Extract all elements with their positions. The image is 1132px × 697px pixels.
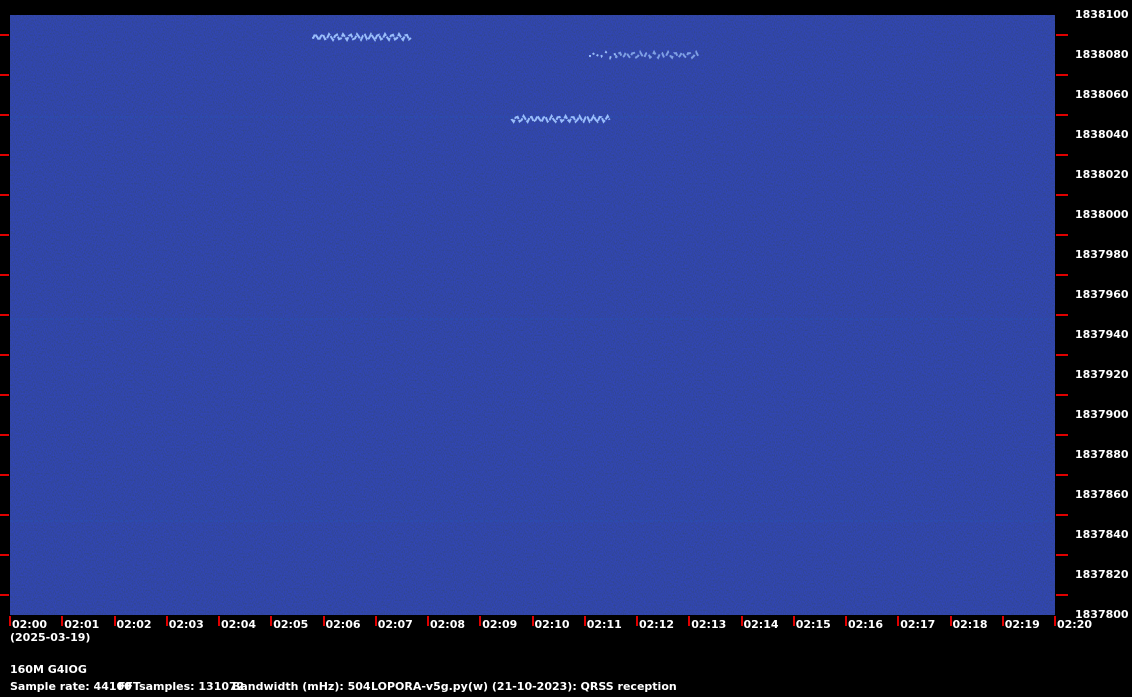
x-tick-mark (897, 616, 900, 626)
y-tick-mark (1056, 234, 1068, 236)
y-tick-label: 1837940 (1075, 328, 1129, 341)
y-tick-label: 1837880 (1075, 448, 1129, 461)
x-tick-mark (583, 616, 586, 626)
x-tick-label: 02:07 (377, 618, 413, 631)
y-tick-mark (0, 274, 9, 276)
sample-rate: Sample rate: 44100 (10, 680, 132, 693)
y-tick-mark (1056, 554, 1068, 556)
x-tick-label: 02:18 (952, 618, 988, 631)
x-tick-label: 02:11 (586, 618, 622, 631)
x-tick-mark (374, 616, 377, 626)
x-tick-mark (845, 616, 847, 626)
x-tick-mark (270, 616, 273, 626)
y-tick-mark (0, 234, 9, 236)
x-tick-label: 02:15 (795, 618, 831, 631)
x-tick-label: 02:05 (273, 618, 309, 631)
x-tick-mark (427, 616, 429, 626)
x-tick-label: 02:00 (12, 618, 48, 631)
x-tick-mark (740, 616, 743, 626)
x-tick-mark (165, 616, 168, 626)
y-tick-mark (0, 514, 9, 516)
y-tick-mark (1056, 354, 1068, 356)
y-tick-mark (1056, 34, 1068, 36)
x-tick-label: 02:10 (534, 618, 570, 631)
x-tick-label: 02:14 (743, 618, 779, 631)
x-tick-label: 02:03 (168, 618, 204, 631)
y-tick-mark (1056, 274, 1068, 276)
y-tick-mark (1056, 514, 1068, 516)
x-tick-label: 02:17 (900, 618, 936, 631)
y-tick-mark (0, 314, 9, 316)
spectrogram-noise (10, 15, 1055, 615)
y-tick-label: 1838040 (1075, 128, 1129, 141)
x-tick-mark (531, 616, 534, 626)
x-tick-mark (61, 616, 64, 626)
y-tick-label: 1837980 (1075, 248, 1129, 261)
x-tick-mark (1001, 616, 1004, 626)
x-tick-mark (113, 616, 116, 626)
x-tick-label: 02:06 (325, 618, 361, 631)
y-tick-label: 1837960 (1075, 288, 1129, 301)
y-tick-mark (0, 394, 9, 396)
x-tick-label: 02:08 (430, 618, 466, 631)
y-tick-mark (1056, 114, 1068, 116)
y-tick-mark (0, 34, 9, 36)
x-tick-mark (479, 616, 482, 626)
fft-samples: FFTsamples: 131072 (118, 680, 245, 693)
y-tick-mark (1056, 74, 1068, 76)
x-tick-mark (322, 616, 325, 626)
y-tick-mark (0, 74, 9, 76)
x-tick-label: 02:04 (221, 618, 257, 631)
y-tick-label: 1838000 (1075, 208, 1129, 221)
date-label: (2025-03-19) (10, 631, 91, 644)
x-tick-mark (636, 616, 638, 626)
x-tick-label: 02:12 (639, 618, 675, 631)
y-tick-label: 1837820 (1075, 568, 1129, 581)
y-tick-mark (1056, 154, 1068, 156)
y-tick-mark (0, 474, 9, 476)
y-tick-label: 1838080 (1075, 48, 1129, 61)
x-tick-mark (792, 616, 795, 626)
y-tick-mark (1056, 434, 1068, 436)
spectrogram (10, 15, 1055, 615)
y-tick-label: 1838020 (1075, 168, 1129, 181)
y-tick-label: 1837860 (1075, 488, 1129, 501)
x-tick-mark (218, 616, 220, 626)
x-tick-mark (949, 616, 952, 626)
x-tick-label: 02:16 (848, 618, 884, 631)
x-tick-label: 02:02 (116, 618, 152, 631)
station-label: 160M G4IOG (10, 663, 87, 676)
y-tick-mark (1056, 314, 1068, 316)
x-tick-label: 02:20 (1057, 618, 1093, 631)
bandwidth: Bandwidth (mHz): 504 (232, 680, 371, 693)
x-tick-label: 02:13 (691, 618, 727, 631)
y-tick-mark (0, 114, 9, 116)
x-tick-label: 02:09 (482, 618, 518, 631)
y-tick-label: 1837900 (1075, 408, 1129, 421)
y-tick-mark (0, 594, 9, 596)
y-tick-mark (0, 434, 9, 436)
y-tick-label: 1837840 (1075, 528, 1129, 541)
y-tick-mark (1056, 394, 1068, 396)
y-tick-mark (1056, 474, 1068, 476)
y-tick-mark (0, 194, 9, 196)
y-tick-mark (1056, 194, 1068, 196)
x-tick-mark (9, 616, 11, 626)
x-tick-label: 02:01 (64, 618, 100, 631)
y-tick-mark (0, 354, 9, 356)
y-tick-mark (0, 154, 9, 156)
y-tick-label: 1837920 (1075, 368, 1129, 381)
y-tick-label: 1838060 (1075, 88, 1129, 101)
y-tick-label: 1838100 (1075, 8, 1129, 21)
y-tick-mark (1056, 594, 1068, 596)
x-tick-mark (1054, 616, 1056, 626)
x-tick-label: 02:19 (1004, 618, 1040, 631)
software-label: LOPORA-v5g.py(w) (21-10-2023): QRSS rece… (371, 680, 677, 693)
x-tick-mark (688, 616, 691, 626)
y-tick-mark (0, 554, 9, 556)
